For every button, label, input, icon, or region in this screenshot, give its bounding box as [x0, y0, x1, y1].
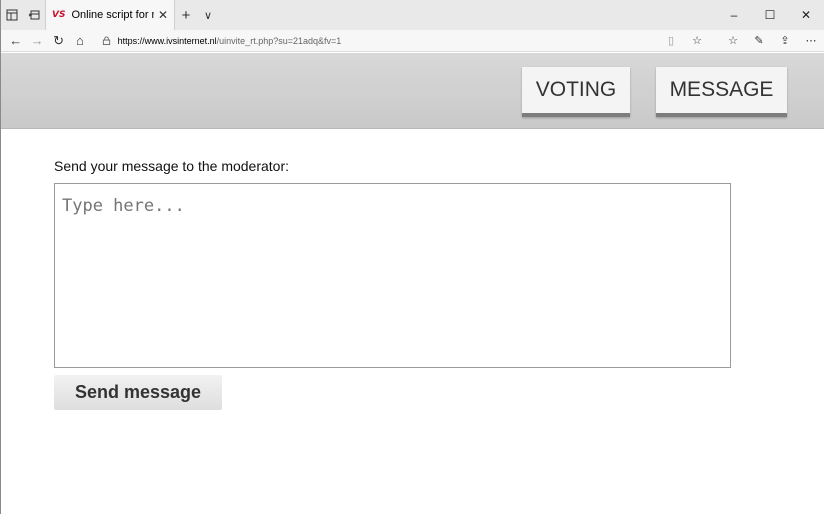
- set-aside-tabs-icon[interactable]: [23, 0, 45, 30]
- browser-window: VS Online script for manua ✕ + ∨ – ☐ ✕ ←…: [0, 0, 824, 514]
- message-button[interactable]: MESSAGE: [656, 67, 787, 117]
- home-icon[interactable]: ⌂: [69, 30, 90, 52]
- lock-icon: [100, 36, 114, 45]
- tab-list-icon[interactable]: [1, 0, 23, 30]
- pen-icon[interactable]: ✎: [746, 30, 772, 52]
- close-icon[interactable]: ✕: [788, 0, 824, 30]
- forward-icon: →: [30, 33, 44, 48]
- window-controls: – ☐ ✕: [716, 0, 824, 30]
- url-path: /uinvite_rt.php?su=21adq&fv=1: [216, 35, 342, 46]
- tab-title: Online script for manua: [71, 9, 153, 21]
- refresh-icon[interactable]: ↻: [48, 30, 69, 52]
- voting-button[interactable]: VOTING: [522, 67, 630, 117]
- tab-active[interactable]: VS Online script for manua ✕: [45, 0, 175, 30]
- reading-view-icon[interactable]: ▯: [658, 30, 684, 52]
- address-bar: ← → ↻ ⌂ https://www.ivsinternet.nl/uinvi…: [1, 30, 824, 52]
- favorites-hub-icon[interactable]: ☆: [720, 30, 746, 52]
- minimize-icon[interactable]: –: [716, 0, 752, 30]
- send-message-button[interactable]: Send message: [54, 375, 222, 410]
- site-favicon: VS: [52, 10, 66, 20]
- url-host: https://www.ivsinternet.nl: [117, 35, 217, 46]
- message-textarea[interactable]: [54, 183, 731, 368]
- url-field[interactable]: https://www.ivsinternet.nl/uinvite_rt.ph…: [98, 31, 659, 50]
- tab-close-icon[interactable]: ✕: [158, 8, 168, 22]
- message-form: Send your message to the moderator: Send…: [54, 158, 731, 410]
- form-prompt: Send your message to the moderator:: [54, 158, 290, 174]
- new-tab-icon[interactable]: +: [175, 0, 197, 30]
- page-content: VOTING MESSAGE Send your message to the …: [1, 53, 824, 514]
- more-icon[interactable]: ⋯: [798, 30, 824, 52]
- share-icon[interactable]: ⇪: [772, 30, 798, 52]
- maximize-icon[interactable]: ☐: [752, 0, 788, 30]
- favorite-star-icon[interactable]: ☆: [684, 30, 710, 52]
- page-header: VOTING MESSAGE: [1, 53, 824, 129]
- tab-bar: VS Online script for manua ✕ + ∨ – ☐ ✕: [1, 0, 824, 30]
- back-icon[interactable]: ←: [5, 30, 26, 52]
- tab-dropdown-icon[interactable]: ∨: [197, 0, 219, 30]
